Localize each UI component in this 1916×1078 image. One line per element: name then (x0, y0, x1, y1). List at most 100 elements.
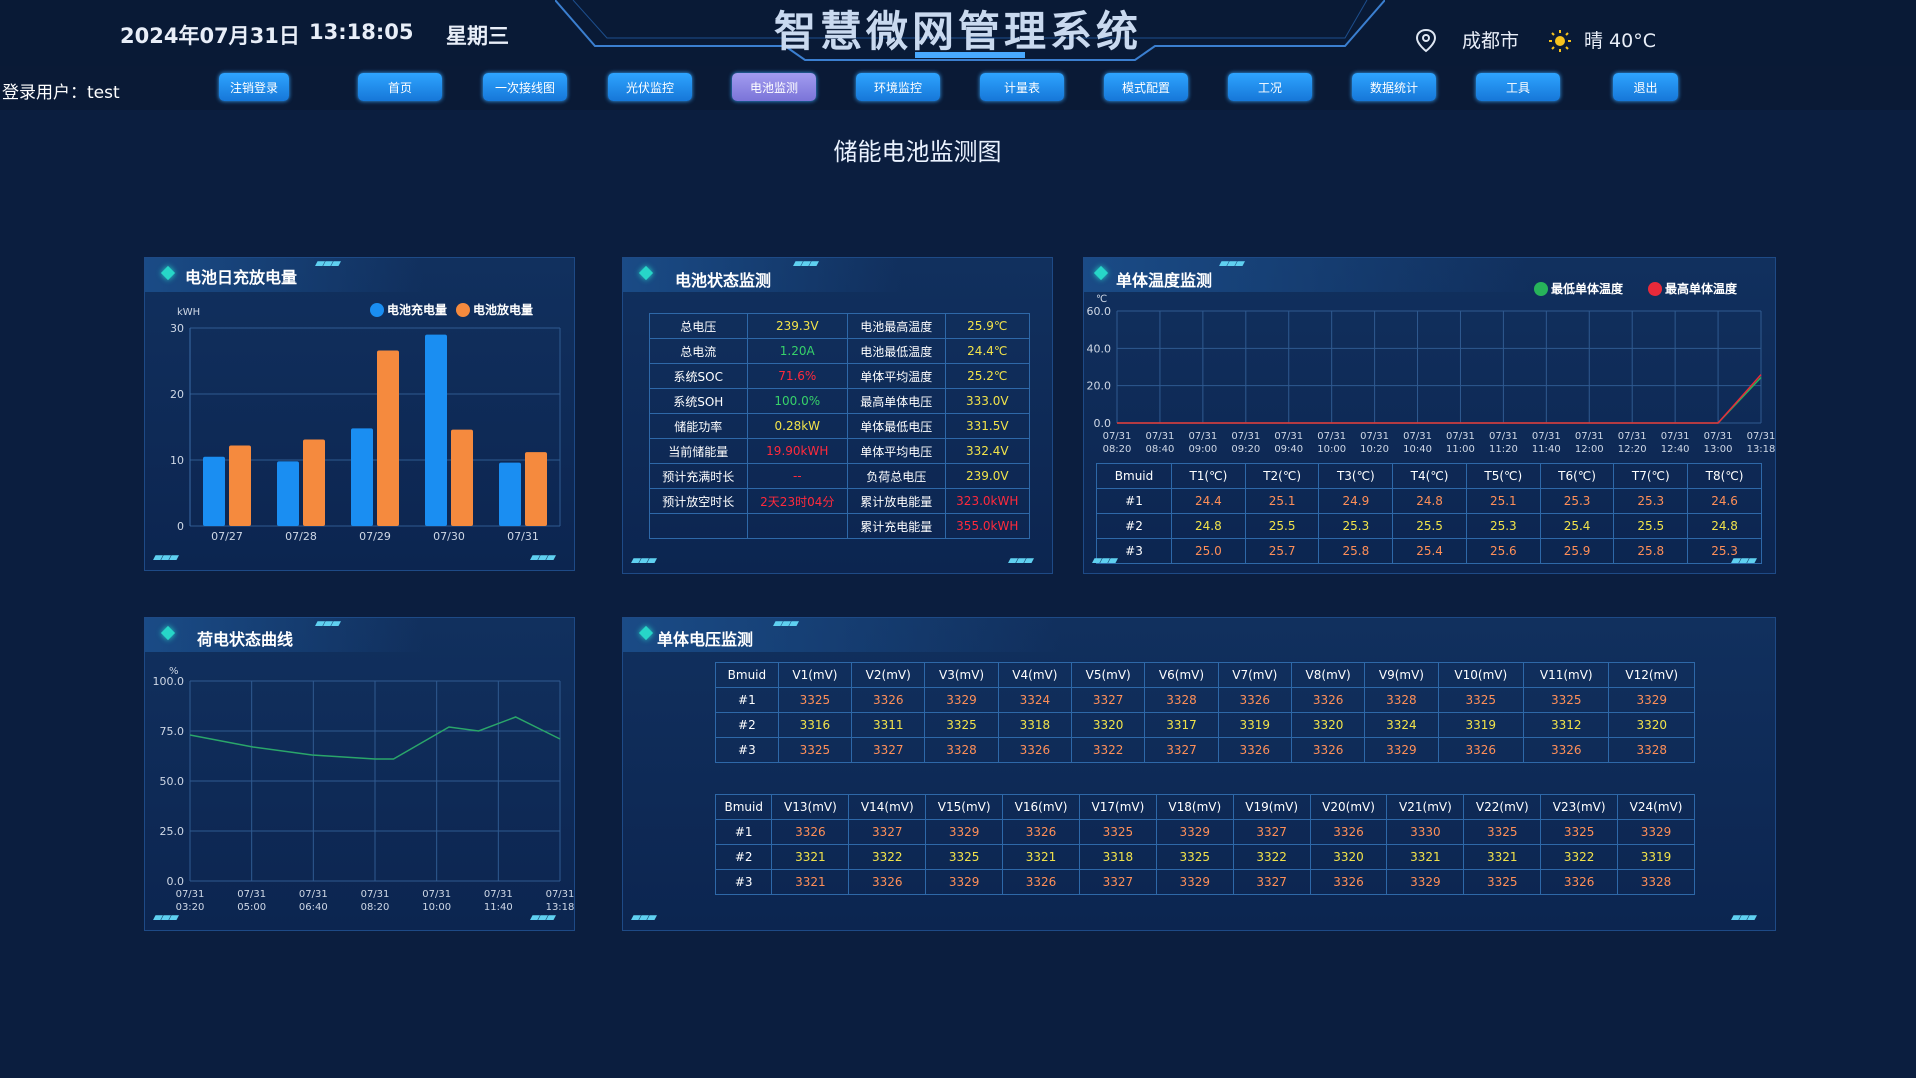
nav-battery-monitor-button[interactable]: 电池监测 (732, 73, 816, 101)
x-tick-label-time: 03:20 (176, 902, 205, 913)
table-cell: 3321 (1463, 844, 1542, 870)
y-tick-label: 20.0 (1087, 380, 1112, 393)
status-label: 系统SOH (649, 388, 748, 414)
column-header: V14(mV) (848, 794, 927, 820)
row-id: #2 (714, 844, 773, 870)
column-header: V5(mV) (1071, 662, 1146, 688)
table-cell: 25.4 (1539, 513, 1615, 539)
table-cell: 3326 (1002, 869, 1080, 895)
status-label: 单体平均电压 (847, 438, 946, 464)
table-cell: 3326 (1437, 737, 1525, 763)
table-cell: 3318 (997, 712, 1073, 738)
table-cell: 3312 (1523, 712, 1610, 738)
status-value: 100.0% (746, 388, 849, 414)
y-tick-label: 75.0 (160, 725, 185, 738)
table-cell: 24.9 (1318, 488, 1394, 514)
table-cell: 3327 (1232, 819, 1311, 845)
status-label: 单体最低电压 (847, 413, 946, 439)
nav-tools-button[interactable]: 工具 (1476, 73, 1560, 101)
status-value: 2天23时04分 (746, 488, 849, 514)
table-cell: 3320 (1290, 712, 1366, 738)
bar-discharge (229, 445, 251, 526)
table-cell: 3326 (1540, 869, 1619, 895)
table-cell: 25.8 (1613, 538, 1689, 564)
table-cell: 3329 (924, 687, 999, 713)
x-tick-label-date: 07/31 (1532, 431, 1561, 442)
table-row: 总电流 1.20A 电池最低温度 24.4℃ (649, 338, 1031, 364)
table-cell: 3326 (1002, 819, 1080, 845)
x-tick-label-time: 13:00 (1704, 444, 1733, 455)
table-cell: 24.8 (1687, 513, 1762, 539)
column-header: T4(℃) (1392, 463, 1467, 489)
column-header: Bmuid (715, 662, 779, 688)
table-cell: 3326 (1290, 687, 1366, 713)
table-cell: 3328 (924, 737, 999, 763)
column-header: V9(mV) (1364, 662, 1439, 688)
logout-session-button[interactable]: 注销登录 (219, 73, 289, 101)
column-header: T5(℃) (1465, 463, 1541, 489)
nav-statistics-button[interactable]: 数据统计 (1352, 73, 1436, 101)
x-tick-label-date: 07/31 (237, 889, 266, 900)
status-value: 239.0V (944, 463, 1031, 489)
table-row: #2 3321 3322 3325 3321 3318 3325 3322 3320 3321 33… (714, 844, 1695, 870)
column-header: V22(mV) (1463, 794, 1542, 820)
table-cell: 3328 (1608, 737, 1695, 763)
nav-working-condition-button[interactable]: 工况 (1228, 73, 1312, 101)
row-id: #2 (1095, 513, 1173, 539)
column-header: V11(mV) (1523, 662, 1610, 688)
x-tick-label-date: 07/31 (1231, 431, 1260, 442)
battery-status-table: 总电压 239.3V 电池最高温度 25.9℃ 总电流 1.20A 电池最低温度 24.4℃ 系… (649, 313, 1031, 539)
row-id: #1 (1095, 488, 1173, 514)
nav-wiring-diagram-button[interactable]: 一次接线图 (483, 73, 567, 101)
table-cell: 3321 (771, 869, 850, 895)
bar-discharge (525, 452, 547, 526)
x-tick-label-time: 05:00 (237, 902, 266, 913)
nav-meter-button[interactable]: 计量表 (980, 73, 1064, 101)
table-cell: 24.8 (1392, 488, 1467, 514)
table-cell: 3325 (1155, 844, 1234, 870)
table-cell: 25.8 (1318, 538, 1394, 564)
table-cell: 3322 (1071, 737, 1146, 763)
table-cell: 3326 (1309, 869, 1388, 895)
column-header: V2(mV) (851, 662, 926, 688)
table-header-row: Bmuid V13(mV) V14(mV) V15(mV) V16(mV) V17(mV)… (714, 794, 1695, 820)
x-tick-label-time: 08:20 (1103, 444, 1132, 455)
table-cell: 25.5 (1244, 513, 1320, 539)
table-cell: 3328 (1144, 687, 1219, 713)
table-cell: 3322 (1232, 844, 1311, 870)
table-header-row: Bmuid V1(mV) V2(mV) V3(mV) V4(mV) V5(mV) V6(mV… (715, 662, 1695, 688)
stripe-decoration-icon: ▰▰▰ (1731, 910, 1757, 925)
charge-bar-chart: kWH 0 10 20 30 07/27 07/28 07/29 07/30 07/31 (170, 307, 561, 543)
table-row: 总电压 239.3V 电池最高温度 25.9℃ (649, 313, 1031, 339)
column-header: V8(mV) (1290, 662, 1366, 688)
table-cell: 3318 (1078, 844, 1157, 870)
table-cell: 3320 (1608, 712, 1695, 738)
nav-environment-button[interactable]: 环境监控 (856, 73, 940, 101)
nav-mode-config-button[interactable]: 模式配置 (1104, 73, 1188, 101)
status-value: 323.0kWH (944, 488, 1031, 514)
status-value: 0.28kW (746, 413, 849, 439)
column-header: V7(mV) (1217, 662, 1292, 688)
x-tick-label-date: 07/31 (1317, 431, 1346, 442)
cell-voltage-panel: 单体电压监测 ▰▰▰ Bmuid V1(mV) V2(mV) V3(mV) V4(mV)… (622, 616, 1776, 931)
table-row: 系统SOC 71.6% 单体平均温度 25.2℃ (649, 363, 1031, 389)
exit-button[interactable]: 退出 (1613, 73, 1678, 101)
column-header: V6(mV) (1144, 662, 1219, 688)
status-value: 331.5V (944, 413, 1031, 439)
table-cell: 3329 (1364, 737, 1439, 763)
table-cell: 3329 (1386, 869, 1465, 895)
table-cell: 3319 (1217, 712, 1292, 738)
status-label: 电池最低温度 (847, 338, 946, 364)
nav-pv-monitor-button[interactable]: 光伏监控 (608, 73, 692, 101)
x-tick-label-date: 07/31 (176, 889, 205, 900)
nav-home-button[interactable]: 首页 (358, 73, 442, 101)
table-cell: 3325 (1463, 869, 1542, 895)
x-tick-label: 07/31 (507, 530, 539, 543)
status-label: 单体平均温度 (847, 363, 946, 389)
x-tick-label-date: 07/31 (1103, 431, 1132, 442)
x-tick-label-date: 07/31 (1489, 431, 1518, 442)
column-header: V10(mV) (1437, 662, 1525, 688)
table-row: 预计放空时长 2天23时04分 累计放电能量 323.0kWH (649, 488, 1031, 514)
status-value: 25.2℃ (944, 363, 1031, 389)
charge-discharge-panel: 电池日充放电量 ▰▰▰ 电池充电量 电池放电量 kWH 0 10 20 30 07/27 0… (144, 256, 575, 571)
